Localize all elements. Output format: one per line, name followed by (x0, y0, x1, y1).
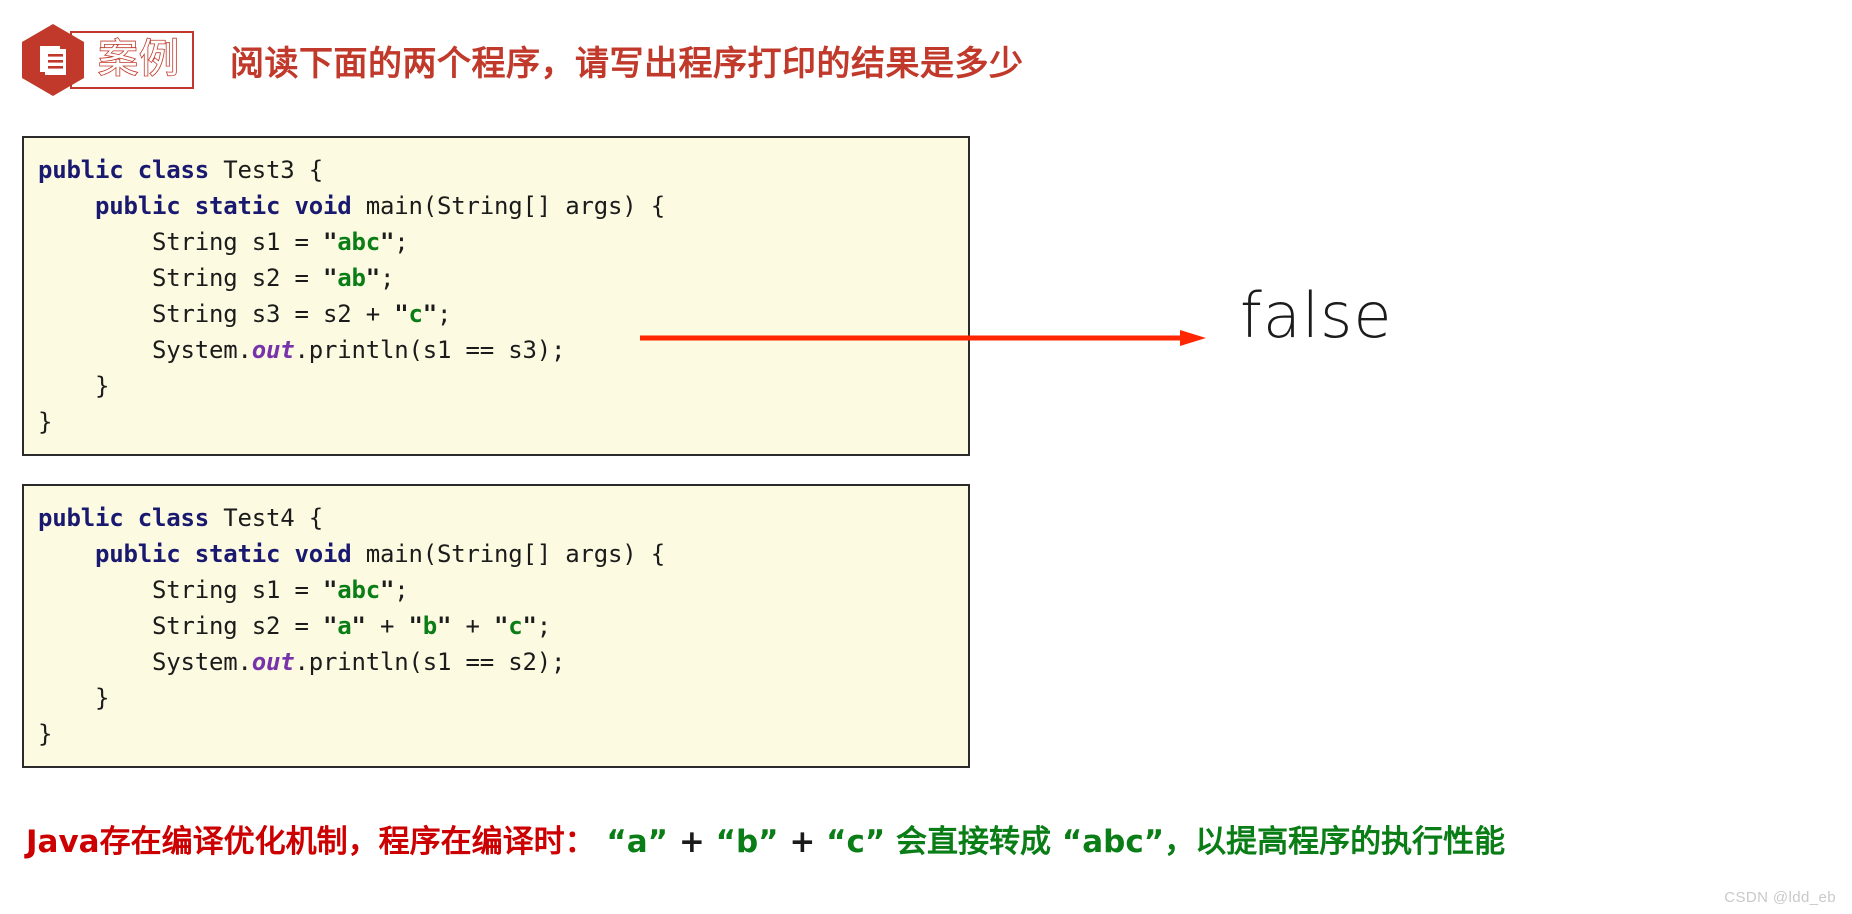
page-title: 阅读下面的两个程序，请写出程序打印的结果是多少 (230, 43, 1024, 84)
header-row: 案例 阅读下面的两个程序，请写出程序打印的结果是多少 (22, 24, 1024, 96)
code-lines-test4: public class Test4 { public static void … (38, 500, 968, 752)
code-token: .println(s1 == s2); (294, 648, 566, 676)
footer-note: Java存在编译优化机制，程序在编译时： “a” + “b” + “c” 会直接… (26, 816, 1505, 861)
code-token: .println(s1 == s3); (294, 336, 566, 364)
code-token: ; (536, 612, 551, 640)
code-line: public static void main(String[] args) { (38, 188, 968, 224)
code-token: " (351, 612, 366, 640)
code-token: ; (380, 264, 395, 292)
code-token: } (38, 408, 53, 436)
code-token: ; (394, 228, 409, 256)
code-token: abc (337, 228, 380, 256)
code-token: Test3 { (223, 156, 323, 184)
code-line: } (38, 404, 968, 440)
code-line: public class Test4 { (38, 500, 968, 536)
footer-note-segment: + (778, 824, 827, 860)
code-line: } (38, 716, 968, 752)
code-token: public static void (95, 540, 366, 568)
code-token: " (323, 264, 338, 292)
watermark: CSDN @ldd_eb (1724, 889, 1836, 906)
code-token: " (380, 576, 395, 604)
code-line: String s1 = "abc"; (38, 224, 968, 260)
code-line: String s3 = s2 + "c"; (38, 296, 968, 332)
code-token: " (380, 228, 395, 256)
code-token: " (422, 300, 437, 328)
code-token: public class (38, 156, 224, 184)
code-token: String s2 = (38, 264, 323, 292)
code-token: " (323, 228, 338, 256)
code-token: String s1 = (38, 228, 323, 256)
code-token: String s3 = s2 + (38, 300, 395, 328)
code-line: public static void main(String[] args) { (38, 536, 968, 572)
code-token: " (408, 612, 423, 640)
footer-note-segment: + (668, 824, 716, 860)
footer-note-segment: Java存在编译优化机制，程序在编译时： (26, 824, 596, 860)
code-line: public class Test3 { (38, 152, 968, 188)
footer-note-segment: “c” (826, 824, 886, 860)
code-token: " (437, 612, 452, 640)
code-token: + (451, 612, 494, 640)
code-line: String s2 = "a" + "b" + "c"; (38, 608, 968, 644)
code-token: c (508, 612, 523, 640)
code-token: public static void (95, 192, 366, 220)
code-token: ; (436, 300, 452, 328)
code-line: String s1 = "abc"; (38, 572, 968, 608)
code-line: System.out.println(s1 == s2); (38, 644, 968, 680)
code-token: " (394, 300, 409, 328)
result-value: false (1240, 279, 1393, 352)
code-block-test3: public class Test3 { public static void … (22, 136, 970, 456)
code-token: " (323, 612, 338, 640)
code-token: ; (394, 576, 409, 604)
case-badge-label: 案例 (97, 36, 180, 82)
code-token: String s2 = (38, 612, 323, 640)
code-lines-test3: public class Test3 { public static void … (38, 152, 968, 440)
code-token: System. (38, 648, 252, 676)
code-token: main(String[] args) { (365, 540, 665, 568)
code-line: String s2 = "ab"; (38, 260, 968, 296)
case-badge: 案例 (22, 24, 194, 96)
code-token: Test4 { (223, 504, 323, 532)
code-token: } (38, 720, 53, 748)
code-token: System. (38, 336, 252, 364)
code-token: b (422, 612, 437, 640)
code-block-test4: public class Test4 { public static void … (22, 484, 970, 768)
code-token: out (251, 336, 295, 364)
code-token: ab (337, 264, 366, 292)
code-token: c (408, 300, 423, 328)
footer-note-segment: “b” (715, 824, 779, 860)
code-token: " (323, 576, 338, 604)
code-token: " (494, 612, 509, 640)
code-token: a (337, 612, 352, 640)
code-token: main(String[] args) { (365, 192, 665, 220)
case-badge-box: 案例 (70, 31, 194, 89)
code-line: System.out.println(s1 == s3); (38, 332, 968, 368)
footer-note-segment: “a” (595, 824, 669, 860)
code-token: } (38, 684, 110, 712)
code-token: } (38, 372, 110, 400)
code-token: abc (337, 576, 380, 604)
code-token: + (365, 612, 409, 640)
code-token: " (365, 264, 380, 292)
code-token: public class (38, 504, 224, 532)
code-token: String s1 = (38, 576, 323, 604)
code-token: " (522, 612, 537, 640)
code-line: } (38, 368, 968, 404)
footer-note-segment: 会直接转成 “abc”，以提高程序的执行性能 (885, 824, 1506, 860)
code-token: out (251, 648, 295, 676)
code-line: } (38, 680, 968, 716)
